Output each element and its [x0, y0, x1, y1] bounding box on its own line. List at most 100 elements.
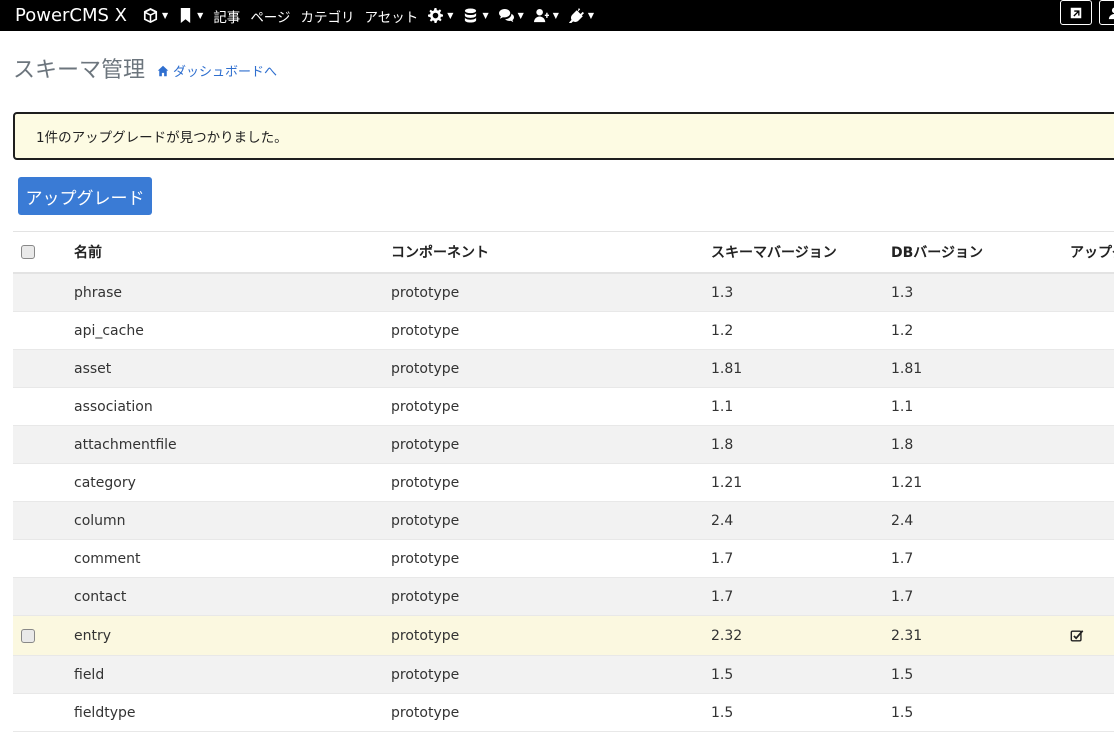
- chevron-down-icon: ▼: [552, 11, 559, 20]
- nav-categories[interactable]: カテゴリ: [301, 6, 355, 26]
- cell-upgrade: [1070, 693, 1114, 732]
- column-header-upgrade[interactable]: アップグ: [1070, 231, 1114, 274]
- column-header-name[interactable]: 名前: [74, 231, 391, 274]
- row-select-cell: [13, 615, 74, 656]
- cell-schema-version: 1.3: [711, 273, 891, 312]
- chevron-down-icon: ▼: [162, 11, 169, 20]
- select-all-cell: [13, 231, 74, 274]
- cell-name: attachmentfile: [74, 425, 391, 464]
- chevron-down-icon: ▼: [447, 11, 454, 20]
- row-select-cell: [13, 349, 74, 388]
- view-site-button[interactable]: [1060, 0, 1092, 25]
- top-navbar: PowerCMS X ▼ ▼ 記事 ページ カテゴリ アセット ▼ ▼ ▼ ▼: [0, 0, 1114, 31]
- column-header-component[interactable]: コンポーネント: [391, 231, 711, 274]
- cell-name: api_cache: [74, 311, 391, 350]
- brand-logo[interactable]: PowerCMS X: [15, 5, 127, 26]
- nav-users-menu[interactable]: ▼: [533, 8, 559, 23]
- nav-pages[interactable]: ページ: [250, 6, 290, 26]
- cell-db-version: 2.4: [891, 501, 1070, 540]
- cell-schema-version: 1.2: [711, 311, 891, 350]
- external-link-icon: [1070, 7, 1082, 18]
- row-select-cell: [13, 387, 74, 426]
- cell-name: asset: [74, 349, 391, 388]
- chevron-down-icon: ▼: [517, 11, 524, 20]
- column-header-db-version[interactable]: DBバージョン: [891, 231, 1070, 274]
- cell-name: column: [74, 501, 391, 540]
- home-icon: [157, 65, 169, 76]
- table-header-row: 名前 コンポーネント スキーマバージョン DBバージョン アップグ: [13, 231, 1114, 274]
- chevron-down-icon: ▼: [197, 11, 204, 20]
- table-row: fieldtype prototype 1.5 1.5: [13, 693, 1114, 732]
- nav-menu: ▼ ▼ 記事 ページ カテゴリ アセット ▼ ▼ ▼ ▼ ▼: [143, 0, 604, 31]
- cell-component: prototype: [391, 655, 711, 694]
- row-select-cell: [13, 273, 74, 312]
- cell-db-version: 1.7: [891, 539, 1070, 578]
- row-select-cell: [13, 311, 74, 350]
- row-select-cell: [13, 463, 74, 502]
- cell-component: prototype: [391, 615, 711, 656]
- bookmark-icon: [180, 8, 191, 23]
- cell-upgrade: [1070, 577, 1114, 616]
- table-row: contact prototype 1.7 1.7: [13, 577, 1114, 616]
- cell-schema-version: 1.21: [711, 463, 891, 502]
- chevron-down-icon: ▼: [587, 11, 595, 20]
- cell-upgrade: [1070, 539, 1114, 578]
- cell-component: prototype: [391, 387, 711, 426]
- table-row: api_cache prototype 1.2 1.2: [13, 311, 1114, 350]
- cell-db-version: 1.8: [891, 425, 1070, 464]
- cell-component: prototype: [391, 349, 711, 388]
- cell-db-version: 1.21: [891, 463, 1070, 502]
- row-select-cell: [13, 501, 74, 540]
- cell-component: prototype: [391, 539, 711, 578]
- user-icon: [1108, 6, 1114, 19]
- cell-component: prototype: [391, 273, 711, 312]
- cell-schema-version: 2.4: [711, 501, 891, 540]
- nav-website-menu[interactable]: ▼: [143, 8, 168, 23]
- cell-schema-version: 1.5: [711, 693, 891, 732]
- cell-schema-version: 2.32: [711, 615, 891, 656]
- cell-db-version: 1.2: [891, 311, 1070, 350]
- nav-bookmark-menu[interactable]: ▼: [178, 8, 203, 23]
- cell-component: prototype: [391, 693, 711, 732]
- select-all-checkbox[interactable]: [21, 245, 35, 259]
- cell-db-version: 1.5: [891, 655, 1070, 694]
- nav-entries[interactable]: 記事: [213, 6, 240, 26]
- cell-upgrade: [1070, 463, 1114, 502]
- cell-upgrade: [1070, 655, 1114, 694]
- cell-name: entry: [74, 615, 391, 656]
- cell-schema-version: 1.5: [711, 655, 891, 694]
- nav-settings-menu[interactable]: ▼: [428, 8, 453, 23]
- database-icon: [465, 8, 477, 23]
- cell-schema-version: 1.7: [711, 539, 891, 578]
- page-title: スキーマ管理: [13, 58, 146, 83]
- row-checkbox[interactable]: [21, 628, 35, 643]
- nav-comments-menu[interactable]: ▼: [498, 8, 524, 23]
- nav-database-menu[interactable]: ▼: [463, 8, 489, 23]
- cell-upgrade: [1070, 615, 1114, 656]
- row-select-cell: [13, 539, 74, 578]
- cell-upgrade: [1070, 387, 1114, 426]
- cell-component: prototype: [391, 501, 711, 540]
- table-row: field prototype 1.5 1.5: [13, 655, 1114, 694]
- upgrade-button[interactable]: アップグレード: [18, 177, 152, 215]
- cell-upgrade: [1070, 501, 1114, 540]
- nav-assets[interactable]: アセット: [365, 6, 419, 26]
- user-plus-icon: [533, 8, 549, 23]
- cell-schema-version: 1.1: [711, 387, 891, 426]
- cell-upgrade: [1070, 425, 1114, 464]
- row-select-cell: [13, 425, 74, 464]
- cell-name: fieldtype: [74, 693, 391, 732]
- user-account-button[interactable]: [1099, 0, 1114, 25]
- column-header-schema-version[interactable]: スキーマバージョン: [711, 231, 891, 274]
- cell-upgrade: [1070, 349, 1114, 388]
- cell-db-version: 1.1: [891, 387, 1070, 426]
- nav-plugins-menu[interactable]: ▼: [568, 8, 595, 23]
- cell-name: contact: [74, 577, 391, 616]
- table-row: phrase prototype 1.3 1.3: [13, 273, 1114, 312]
- table-row: category prototype 1.21 1.21: [13, 463, 1114, 502]
- row-select-cell: [13, 655, 74, 694]
- table-row: attachmentfile prototype 1.8 1.8: [13, 425, 1114, 464]
- cell-db-version: 2.31: [891, 615, 1070, 656]
- cell-db-version: 1.7: [891, 577, 1070, 616]
- dashboard-link[interactable]: ダッシュボードへ: [157, 61, 277, 80]
